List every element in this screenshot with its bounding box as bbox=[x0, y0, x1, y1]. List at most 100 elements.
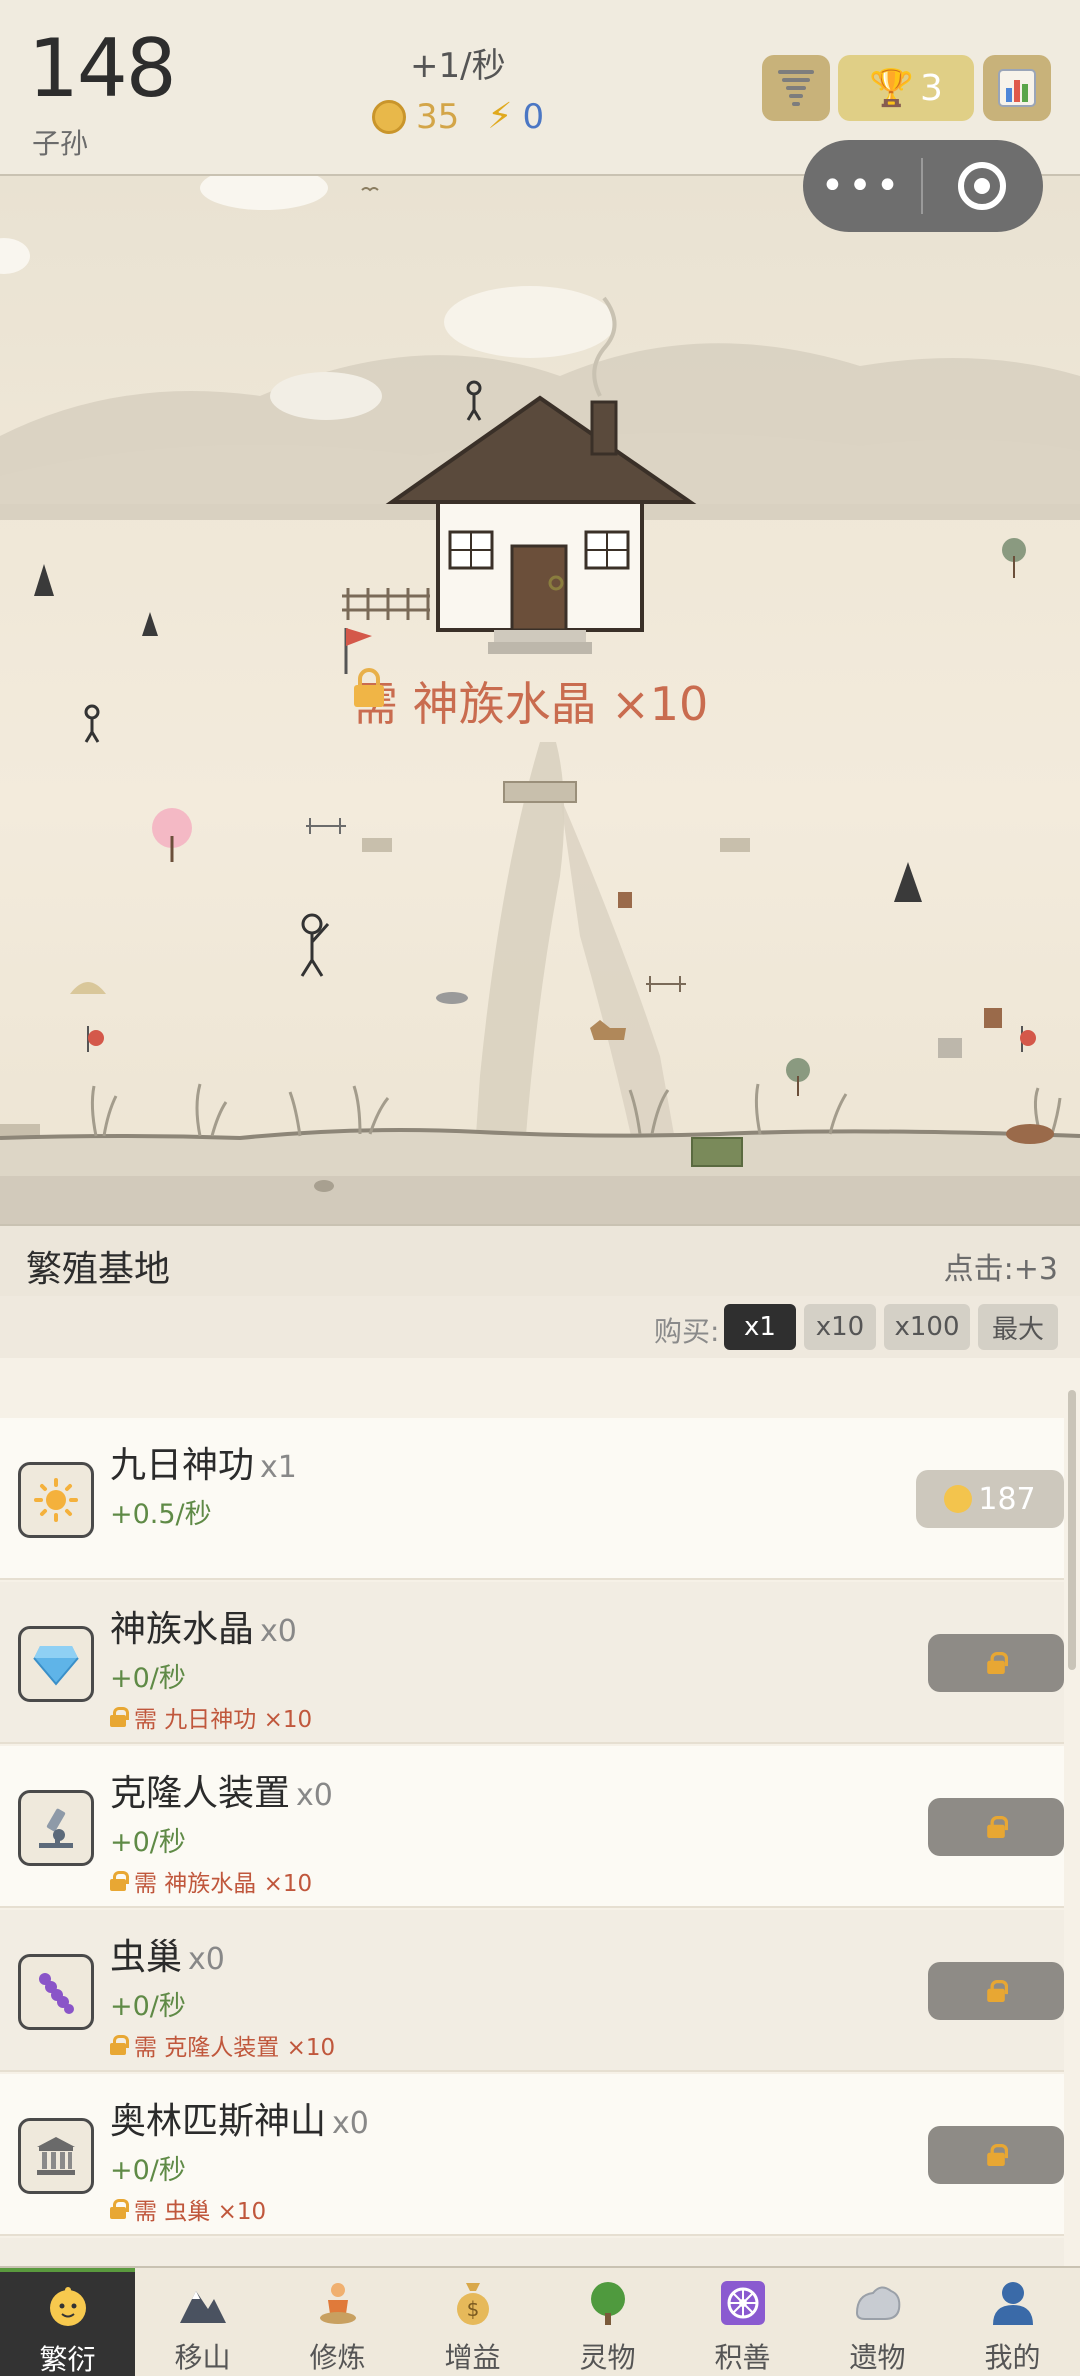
lightning-icon: ⚡ bbox=[487, 96, 513, 137]
section-header: 繁殖基地 点击:+3 bbox=[0, 1224, 1080, 1296]
tab-zengyi[interactable]: $ 增益 bbox=[405, 2268, 540, 2376]
diamond-icon bbox=[18, 1626, 94, 1702]
bottom-tab-bar: 繁衍 移山 修炼 $ 增益 灵物 积善 遗物 我的 bbox=[0, 2266, 1080, 2376]
tornado-icon bbox=[778, 70, 814, 106]
tornado-button[interactable] bbox=[762, 55, 830, 121]
stats-button[interactable] bbox=[983, 55, 1051, 121]
baby-icon bbox=[944, 1485, 973, 1513]
lock-icon bbox=[110, 1871, 129, 1891]
list-item[interactable]: 九日神功 x1 +0.5/秒 187 bbox=[0, 1418, 1064, 1580]
mountain-icon bbox=[174, 2274, 232, 2332]
tab-label: 积善 bbox=[714, 2341, 771, 2374]
item-locked-button[interactable] bbox=[928, 1634, 1064, 1692]
microscope-icon bbox=[18, 1790, 94, 1866]
miniprogram-capsule: ••• bbox=[803, 140, 1043, 232]
item-name: 神族水晶 x0 bbox=[110, 1600, 297, 1652]
descendant-count-label: 子孙 bbox=[32, 127, 89, 160]
tab-label: 移山 bbox=[174, 2341, 231, 2374]
coin-icon bbox=[372, 99, 406, 134]
item-requirement: 需 九日神功 ×10 bbox=[110, 1700, 312, 1734]
tab-label: 繁衍 bbox=[39, 2343, 96, 2376]
lock-icon bbox=[110, 2035, 129, 2055]
descendant-count: 148 bbox=[28, 22, 177, 115]
building-list[interactable]: 九日神功 x1 +0.5/秒 187 神族水晶 x0 +0/秒 需 九日神功 ×10… bbox=[0, 1358, 1080, 2266]
bar-chart-icon bbox=[998, 69, 1036, 107]
list-item[interactable]: 克隆人装置 x0 +0/秒 需 神族水晶 ×10 bbox=[0, 1746, 1064, 1908]
close-miniprogram-button[interactable] bbox=[923, 162, 1041, 210]
item-rate: +0.5/秒 bbox=[110, 1499, 212, 1530]
tab-yiwu[interactable]: 遗物 bbox=[810, 2268, 945, 2376]
item-name-text: 克隆人装置 bbox=[110, 1773, 291, 1814]
list-scrollbar[interactable] bbox=[1068, 1390, 1076, 1670]
item-quantity: x0 bbox=[332, 2106, 369, 2141]
tree-icon bbox=[579, 2274, 637, 2332]
buy-max-button[interactable]: 最大 bbox=[978, 1304, 1058, 1350]
tab-label: 遗物 bbox=[849, 2341, 906, 2374]
buy-x10-button[interactable]: x10 bbox=[804, 1304, 876, 1350]
buy-x1-button[interactable]: x1 bbox=[724, 1304, 796, 1350]
scene-unlock-requirement: 需 神族水晶 ×10 bbox=[352, 668, 708, 734]
requirement-text: 需 九日神功 ×10 bbox=[134, 1707, 313, 1733]
trophy-count: 3 bbox=[919, 67, 943, 109]
item-quantity: x0 bbox=[296, 1778, 333, 1813]
rock-icon bbox=[849, 2274, 907, 2332]
item-rate: +0/秒 bbox=[110, 1991, 186, 2022]
buy-quantity-bar: 购买: x1 x10 x100 最大 bbox=[0, 1296, 1080, 1358]
requirement-text: 需 神族水晶 ×10 bbox=[134, 1871, 313, 1897]
item-name: 克隆人装置 x0 bbox=[110, 1764, 333, 1816]
list-item[interactable]: 虫巢 x0 +0/秒 需 克隆人装置 ×10 bbox=[0, 1910, 1064, 2072]
item-requirement: 需 虫巢 ×10 bbox=[110, 2192, 266, 2226]
lock-icon bbox=[987, 1652, 1009, 1674]
village-scene[interactable]: 需 神族水晶 ×10 bbox=[0, 176, 1080, 1224]
tab-label: 我的 bbox=[984, 2341, 1041, 2374]
item-rate: +0/秒 bbox=[110, 1827, 186, 1858]
item-quantity: x1 bbox=[260, 1450, 297, 1485]
energy-value: 0 bbox=[522, 96, 545, 137]
item-locked-button[interactable] bbox=[928, 2126, 1064, 2184]
section-title: 繁殖基地 bbox=[26, 1249, 171, 1290]
requirement-text: 需 克隆人装置 ×10 bbox=[134, 2035, 336, 2061]
worm-icon bbox=[18, 1954, 94, 2030]
tab-wode[interactable]: 我的 bbox=[945, 2268, 1080, 2376]
list-item[interactable]: 奥林匹斯神山 x0 +0/秒 需 虫巢 ×10 bbox=[0, 2074, 1064, 2236]
item-buy-button[interactable]: 187 bbox=[916, 1470, 1064, 1528]
achievements-button[interactable]: 🏆 3 bbox=[838, 55, 974, 121]
item-quantity: x0 bbox=[188, 1942, 225, 1977]
production-rate: +1/秒 bbox=[410, 46, 506, 86]
buy-label: 购买: bbox=[654, 1315, 720, 1348]
scene-lock-text: 需 神族水晶 ×10 bbox=[352, 677, 709, 731]
more-menu-button[interactable]: ••• bbox=[803, 163, 921, 209]
tab-yishan[interactable]: 移山 bbox=[135, 2268, 270, 2376]
item-rate: +0/秒 bbox=[110, 1663, 186, 1694]
dharma-wheel-icon bbox=[714, 2274, 772, 2332]
tab-label: 灵物 bbox=[579, 2341, 636, 2374]
resource-row: 35 ⚡ 0 bbox=[372, 96, 544, 137]
tab-fanyan[interactable]: 繁衍 bbox=[0, 2268, 135, 2376]
money-bag-icon: $ bbox=[444, 2274, 502, 2332]
item-locked-button[interactable] bbox=[928, 1962, 1064, 2020]
trophy-icon: 🏆 bbox=[869, 68, 914, 109]
item-name: 虫巢 x0 bbox=[110, 1928, 225, 1980]
lock-icon bbox=[354, 668, 384, 707]
item-locked-button[interactable] bbox=[928, 1798, 1064, 1856]
item-quantity: x0 bbox=[260, 1614, 297, 1649]
list-item bbox=[0, 2238, 1064, 2266]
item-requirement: 需 克隆人装置 ×10 bbox=[110, 2028, 335, 2062]
item-name-text: 神族水晶 bbox=[110, 1609, 255, 1650]
buy-x100-button[interactable]: x100 bbox=[884, 1304, 970, 1350]
click-bonus: 点击:+3 bbox=[943, 1252, 1058, 1287]
item-name-text: 九日神功 bbox=[110, 1445, 255, 1486]
list-item[interactable]: 神族水晶 x0 +0/秒 需 九日神功 ×10 bbox=[0, 1582, 1064, 1744]
requirement-text: 需 虫巢 ×10 bbox=[134, 2199, 267, 2225]
item-requirement: 需 神族水晶 ×10 bbox=[110, 1864, 312, 1898]
item-name: 九日神功 x1 bbox=[110, 1436, 297, 1488]
sun-icon bbox=[18, 1462, 94, 1538]
tab-xiulian[interactable]: 修炼 bbox=[270, 2268, 405, 2376]
item-name-text: 虫巢 bbox=[110, 1937, 183, 1978]
tab-jishan[interactable]: 积善 bbox=[675, 2268, 810, 2376]
item-name: 奥林匹斯神山 x0 bbox=[110, 2092, 369, 2144]
lock-icon bbox=[110, 1707, 129, 1727]
tab-lingwu[interactable]: 灵物 bbox=[540, 2268, 675, 2376]
item-rate: +0/秒 bbox=[110, 2155, 186, 2186]
baby-icon bbox=[39, 2278, 97, 2334]
